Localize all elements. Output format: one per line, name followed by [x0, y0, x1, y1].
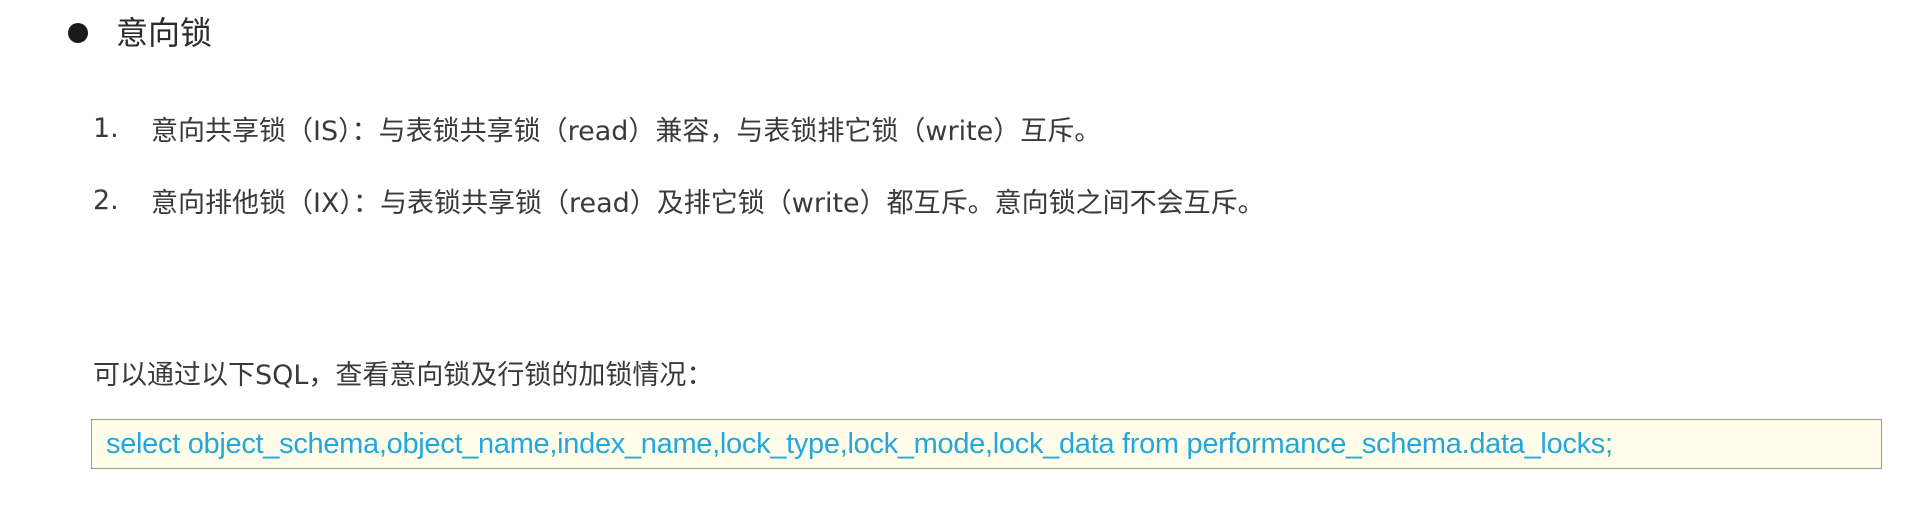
list-item-number: 1. — [93, 112, 119, 144]
list-item: 2. 意向排他锁（IX）：与表锁共享锁（read）及排它锁（write）都互斥。… — [93, 180, 1265, 220]
list-item-text: 意向排他锁（IX）：与表锁共享锁（read）及排它锁（write）都互斥。意向锁… — [151, 187, 1265, 219]
heading-title: 意向锁 — [116, 14, 213, 52]
list-item: 1. 意向共享锁（IS）：与表锁共享锁（read）兼容，与表锁排它锁（write… — [93, 108, 1265, 148]
sql-code-text[interactable]: select object_schema,object_name,index_n… — [106, 428, 1613, 461]
section-heading: 意向锁 — [68, 10, 212, 56]
list-item-number: 2. — [93, 184, 119, 216]
sql-note: 可以通过以下SQL，查看意向锁及行锁的加锁情况： — [93, 360, 714, 391]
sql-code-block[interactable]: select object_schema,object_name,index_n… — [91, 419, 1882, 469]
bullet-icon — [68, 23, 88, 43]
numbered-list: 1. 意向共享锁（IS）：与表锁共享锁（read）兼容，与表锁排它锁（write… — [93, 108, 1265, 252]
list-item-text: 意向共享锁（IS）：与表锁共享锁（read）兼容，与表锁排它锁（write）互斥… — [151, 115, 1102, 147]
